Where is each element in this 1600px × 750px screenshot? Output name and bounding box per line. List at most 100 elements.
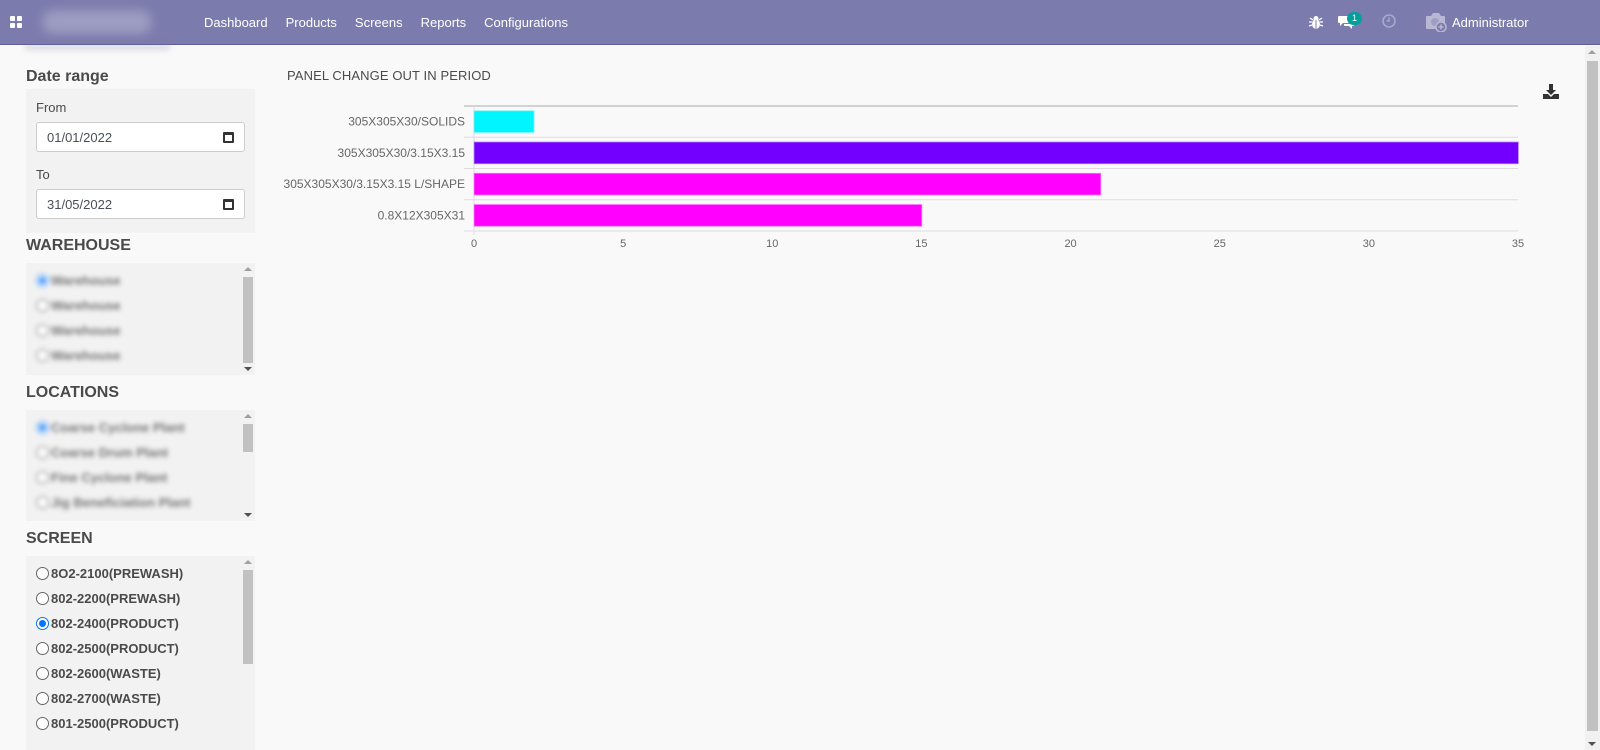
to-date-value: 31/05/2022: [47, 196, 113, 212]
calendar-icon[interactable]: [223, 132, 234, 143]
scrollbar-thumb[interactable]: [243, 424, 253, 452]
screen-option-label: 802-2200(PREWASH): [51, 591, 181, 606]
menu-configurations[interactable]: Configurations: [476, 0, 578, 45]
radio-button[interactable]: [36, 642, 49, 655]
location-option[interactable]: Coarse Cyclone Plant: [36, 420, 185, 435]
main-menu: Dashboard Products Screens Reports Confi…: [196, 0, 578, 45]
radio-button[interactable]: [36, 471, 49, 484]
scroll-up-arrow-icon[interactable]: [244, 560, 252, 564]
screen-list: 8O2-2100(PREWASH) 802-2200(PREWASH) 802-…: [26, 556, 255, 750]
locations-scrollbar[interactable]: [241, 410, 255, 521]
warehouse-option-label: Warehouse: [51, 323, 121, 338]
scrollbar-thumb[interactable]: [243, 277, 253, 363]
warehouse-option[interactable]: Warehouse: [36, 298, 121, 313]
screen-option-label: 802-2600(WASTE): [51, 666, 161, 681]
warehouse-list: Warehouse Warehouse Warehouse Warehouse: [26, 263, 255, 375]
screen-option-label: 802-2500(PRODUCT): [51, 641, 179, 656]
to-date-input[interactable]: 31/05/2022: [36, 189, 245, 219]
category-label: 0.8X12X305X31: [378, 208, 466, 222]
x-tick-label: 30: [1363, 238, 1375, 250]
chart-title: PANEL CHANGE OUT IN PERIOD: [287, 68, 491, 83]
date-range-title: Date range: [26, 68, 109, 85]
radio-button[interactable]: [36, 446, 49, 459]
radio-button[interactable]: [36, 324, 49, 337]
location-option-label: Jig Beneficiation Plant: [51, 495, 191, 510]
x-tick-label: 10: [766, 238, 778, 250]
radio-button[interactable]: [36, 592, 49, 605]
scroll-up-arrow-icon[interactable]: [244, 267, 252, 271]
scroll-down-arrow-icon[interactable]: [244, 513, 252, 517]
from-date-value: 01/01/2022: [47, 129, 113, 145]
radio-button[interactable]: [36, 667, 49, 680]
x-tick-label: 5: [620, 238, 626, 250]
download-icon[interactable]: [1543, 84, 1559, 99]
warehouse-option[interactable]: Warehouse: [36, 323, 121, 338]
radio-button[interactable]: [36, 349, 49, 362]
category-label: 305X305X30/SOLIDS: [348, 115, 465, 129]
bar[interactable]: [473, 204, 923, 227]
x-tick-label: 15: [915, 238, 927, 250]
main-scrollbar[interactable]: [1585, 46, 1600, 750]
radio-button[interactable]: [36, 717, 49, 730]
radio-button[interactable]: [36, 692, 49, 705]
date-range-panel: From 01/01/2022 To 31/05/2022: [26, 89, 255, 233]
warehouse-option-label: Warehouse: [51, 298, 121, 313]
radio-button[interactable]: [36, 274, 49, 287]
screen-option[interactable]: 801-2500(PRODUCT): [36, 716, 179, 731]
x-tick-label: 35: [1512, 238, 1524, 250]
screen-option[interactable]: 802-2500(PRODUCT): [36, 641, 179, 656]
x-tick-label: 25: [1214, 238, 1226, 250]
locations-title: LOCATIONS: [26, 384, 120, 401]
scroll-up-arrow-icon[interactable]: [244, 414, 252, 418]
location-option-label: Coarse Cyclone Plant: [51, 420, 185, 435]
radio-button[interactable]: [36, 567, 49, 580]
location-option[interactable]: Fine Cyclone Plant: [36, 470, 167, 485]
from-date-input[interactable]: 01/01/2022: [36, 122, 245, 152]
screen-option[interactable]: 802-2400(PRODUCT): [36, 616, 179, 631]
bug-icon[interactable]: [1308, 14, 1324, 30]
clock-icon[interactable]: [1382, 14, 1396, 28]
location-option[interactable]: Jig Beneficiation Plant: [36, 495, 190, 510]
radio-button[interactable]: [36, 617, 49, 630]
bar[interactable]: [473, 172, 1102, 196]
location-option-label: Coarse Drum Plant: [51, 445, 169, 460]
apps-grid-icon[interactable]: [10, 16, 22, 28]
location-option-label: Fine Cyclone Plant: [51, 470, 168, 485]
main-scrollbar-thumb[interactable]: [1587, 61, 1598, 731]
radio-button[interactable]: [36, 496, 49, 509]
warehouse-option[interactable]: Warehouse: [36, 273, 121, 288]
category-label: 305X305X30/3.15X3.15: [338, 146, 466, 160]
menu-dashboard[interactable]: Dashboard: [196, 0, 278, 45]
menu-screens[interactable]: Screens: [347, 0, 413, 45]
screen-scrollbar[interactable]: [241, 556, 255, 750]
warehouse-option[interactable]: Warehouse: [36, 348, 121, 363]
scroll-up-arrow-icon[interactable]: [1588, 50, 1596, 54]
brand-logo[interactable]: [42, 10, 152, 34]
calendar-icon[interactable]: [223, 199, 234, 210]
menu-reports[interactable]: Reports: [413, 0, 477, 45]
scroll-down-arrow-icon[interactable]: [1588, 742, 1596, 746]
screen-option[interactable]: 8O2-2100(PREWASH): [36, 566, 183, 581]
screen-option-label: 802-2400(PRODUCT): [51, 616, 179, 631]
screen-option-label: 8O2-2100(PREWASH): [51, 566, 184, 581]
to-label: To: [36, 167, 50, 182]
location-option[interactable]: Coarse Drum Plant: [36, 445, 168, 460]
warehouse-scrollbar[interactable]: [241, 263, 255, 375]
user-name[interactable]: Administrator: [1452, 15, 1529, 30]
screen-option[interactable]: 802-2200(PREWASH): [36, 591, 180, 606]
warehouse-option-label: Warehouse: [51, 273, 121, 288]
menu-products[interactable]: Products: [278, 0, 347, 45]
screen-option[interactable]: 802-2700(WASTE): [36, 691, 161, 706]
category-label: 305X305X30/3.15X3.15 L/SHAPE: [284, 177, 465, 191]
screen-option-label: 801-2500(PRODUCT): [51, 716, 179, 731]
scrollbar-thumb[interactable]: [243, 570, 253, 664]
warehouse-option-label: Warehouse: [51, 348, 121, 363]
bar[interactable]: [473, 141, 1519, 165]
radio-button[interactable]: [36, 299, 49, 312]
warehouse-title: WAREHOUSE: [26, 237, 131, 254]
bar[interactable]: [473, 110, 535, 133]
radio-button[interactable]: [36, 421, 49, 434]
screen-option[interactable]: 802-2600(WASTE): [36, 666, 161, 681]
camera-avatar-icon[interactable]: [1425, 12, 1447, 32]
scroll-down-arrow-icon[interactable]: [244, 367, 252, 371]
